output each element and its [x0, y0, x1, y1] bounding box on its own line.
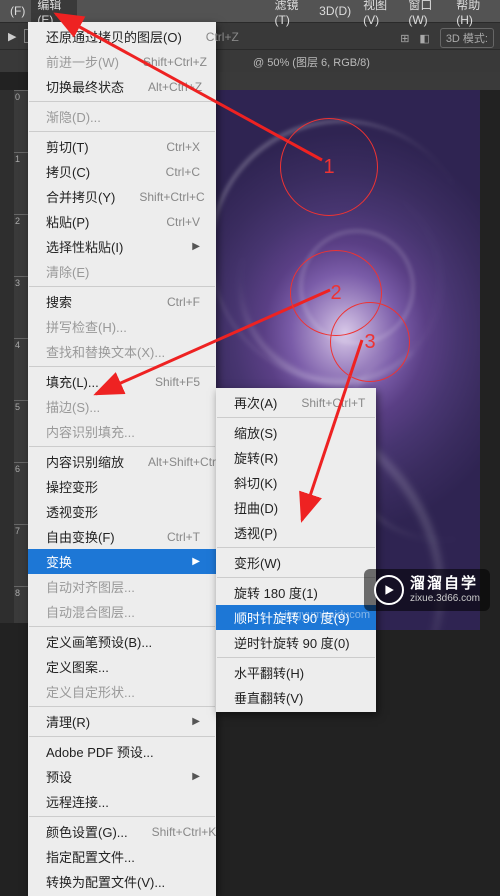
edit-menu-item-41[interactable]: 转换为配置文件(V)...: [28, 869, 216, 894]
edit-menu-item-15: 查找和替换文本(X)...: [28, 339, 216, 364]
edit-menu-item-17[interactable]: 填充(L)...Shift+F5: [28, 369, 216, 394]
edit-menu-item-9[interactable]: 粘贴(P)Ctrl+V: [28, 209, 216, 234]
edit-menu-item-7[interactable]: 拷贝(C)Ctrl+C: [28, 159, 216, 184]
edit-menu-item-4: 渐隐(D)...: [28, 104, 216, 129]
edit-menu-item-37[interactable]: 远程连接...: [28, 789, 216, 814]
watermark-title: 溜溜自学: [410, 576, 480, 593]
edit-menu-item-21[interactable]: 内容识别缩放Alt+Shift+Ctrl+C: [28, 449, 216, 474]
edit-menu-item-26: 自动对齐图层...: [28, 574, 216, 599]
options-right: ⊞ ◧ 3D 模式:: [400, 28, 494, 48]
grid-icon[interactable]: ⊞: [400, 32, 409, 45]
edit-dropdown[interactable]: 还原通过拷贝的图层(O)Ctrl+Z前进一步(W)Shift+Ctrl+Z切换最…: [28, 22, 216, 896]
3d-mode-pill[interactable]: 3D 模式:: [440, 28, 494, 48]
edit-menu-item-27: 自动混合图层...: [28, 599, 216, 624]
edit-menu-item-24[interactable]: 自由变换(F)Ctrl+T: [28, 524, 216, 549]
doc-tab-2-info[interactable]: @ 50% (图层 6, RGB/8): [253, 54, 370, 70]
nav-icon[interactable]: ◧: [419, 32, 429, 45]
edit-menu-item-40[interactable]: 指定配置文件...: [28, 844, 216, 869]
edit-menu-item-39[interactable]: 颜色设置(G)...Shift+Ctrl+K: [28, 819, 216, 844]
caption-text: jingyumbaiducom: [284, 609, 370, 621]
edit-menu-item-35[interactable]: Adobe PDF 预设...: [28, 739, 216, 764]
play-icon: [374, 575, 404, 605]
transform-menu-item-8[interactable]: 变形(W): [216, 550, 376, 575]
menu-view[interactable]: 视图(V): [357, 0, 402, 27]
edit-menu-item-13[interactable]: 搜索Ctrl+F: [28, 289, 216, 314]
menu-window[interactable]: 窗口(W): [402, 0, 450, 27]
transform-menu-item-3[interactable]: 旋转(R): [216, 445, 376, 470]
transform-menu-item-0[interactable]: 再次(A)Shift+Ctrl+T: [216, 390, 376, 415]
edit-menu-item-33[interactable]: 清理(R)▶: [28, 709, 216, 734]
transform-menu-item-6[interactable]: 透视(P): [216, 520, 376, 545]
left-toolbar[interactable]: [0, 90, 14, 623]
menubar[interactable]: (F) 编辑(E) 滤镜(T) 3D(D) 视图(V) 窗口(W) 帮助(H): [0, 0, 500, 22]
transform-menu-item-2[interactable]: 缩放(S): [216, 420, 376, 445]
edit-menu-item-31: 定义自定形状...: [28, 679, 216, 704]
transform-menu-item-12[interactable]: 逆时针旋转 90 度(0): [216, 630, 376, 655]
menu-file[interactable]: (F): [4, 4, 31, 18]
menu-filter[interactable]: 滤镜(T): [269, 0, 314, 27]
edit-menu-item-29[interactable]: 定义画笔预设(B)...: [28, 629, 216, 654]
annotation-circle-3: 3: [330, 302, 410, 382]
edit-menu-item-30[interactable]: 定义图案...: [28, 654, 216, 679]
move-tool-icon[interactable]: ▶: [8, 30, 16, 43]
edit-menu-item-1: 前进一步(W)Shift+Ctrl+Z: [28, 49, 216, 74]
watermark: 溜溜自学 zixue.3d66.com: [364, 569, 490, 611]
edit-menu-item-6[interactable]: 剪切(T)Ctrl+X: [28, 134, 216, 159]
edit-menu-item-22[interactable]: 操控变形: [28, 474, 216, 499]
edit-menu-item-19: 内容识别填充...: [28, 419, 216, 444]
edit-menu-item-0[interactable]: 还原通过拷贝的图层(O)Ctrl+Z: [28, 24, 216, 49]
edit-menu-item-23[interactable]: 透视变形: [28, 499, 216, 524]
edit-menu-item-36[interactable]: 预设▶: [28, 764, 216, 789]
transform-menu-item-10[interactable]: 旋转 180 度(1): [216, 580, 376, 605]
edit-menu-item-8[interactable]: 合并拷贝(Y)Shift+Ctrl+C: [28, 184, 216, 209]
menu-help[interactable]: 帮助(H): [450, 0, 496, 27]
annotation-circle-1: 1: [280, 118, 378, 216]
transform-menu-item-5[interactable]: 扭曲(D): [216, 495, 376, 520]
transform-menu-item-4[interactable]: 斜切(K): [216, 470, 376, 495]
edit-menu-item-18: 描边(S)...: [28, 394, 216, 419]
menu-3d[interactable]: 3D(D): [313, 4, 357, 18]
watermark-url: zixue.3d66.com: [410, 593, 480, 604]
transform-menu-item-15[interactable]: 垂直翻转(V): [216, 685, 376, 710]
transform-submenu[interactable]: 再次(A)Shift+Ctrl+T 缩放(S)旋转(R)斜切(K)扭曲(D)透视(…: [216, 388, 376, 712]
edit-menu-item-2[interactable]: 切换最终状态Alt+Ctrl+Z: [28, 74, 216, 99]
edit-menu-item-10[interactable]: 选择性粘贴(I)▶: [28, 234, 216, 259]
edit-menu-item-25[interactable]: 变换▶: [28, 549, 216, 574]
edit-menu-item-14: 拼写检查(H)...: [28, 314, 216, 339]
edit-menu-item-11: 清除(E): [28, 259, 216, 284]
transform-menu-item-14[interactable]: 水平翻转(H): [216, 660, 376, 685]
